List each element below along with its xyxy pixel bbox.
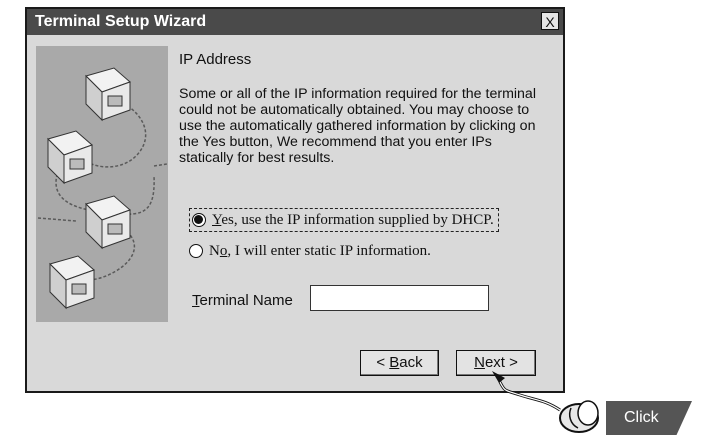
next-button[interactable]: Next > — [456, 350, 536, 376]
content-area: IP Address Some or all of the IP informa… — [179, 51, 549, 166]
terminal-name-input[interactable] — [310, 285, 489, 311]
radio-option-static[interactable]: No, I will enter static IP information. — [189, 240, 431, 262]
radio-option-dhcp[interactable]: Yes, use the IP information supplied by … — [189, 208, 499, 232]
wizard-dialog: Terminal Setup Wizard X IP Address Some … — [25, 7, 565, 393]
network-computers-image — [37, 67, 168, 310]
radio-label-static: No, I will enter static IP information. — [209, 242, 431, 259]
network-illustration — [36, 46, 168, 322]
section-heading: IP Address — [179, 51, 252, 68]
radio-button-dhcp[interactable] — [192, 213, 206, 227]
window-title: Terminal Setup Wizard — [35, 13, 207, 30]
description-text: Some or all of the IP information requir… — [179, 86, 536, 166]
terminal-name-label: Terminal Name — [192, 292, 293, 309]
click-callout-label: Click — [606, 401, 692, 435]
back-button[interactable]: < Back — [360, 350, 439, 376]
close-button[interactable]: X — [541, 12, 559, 30]
mouse-icon — [559, 400, 599, 433]
radio-label-dhcp: Yes, use the IP information supplied by … — [212, 211, 494, 228]
radio-button-static[interactable] — [189, 244, 203, 258]
title-bar: Terminal Setup Wizard X — [27, 9, 563, 35]
